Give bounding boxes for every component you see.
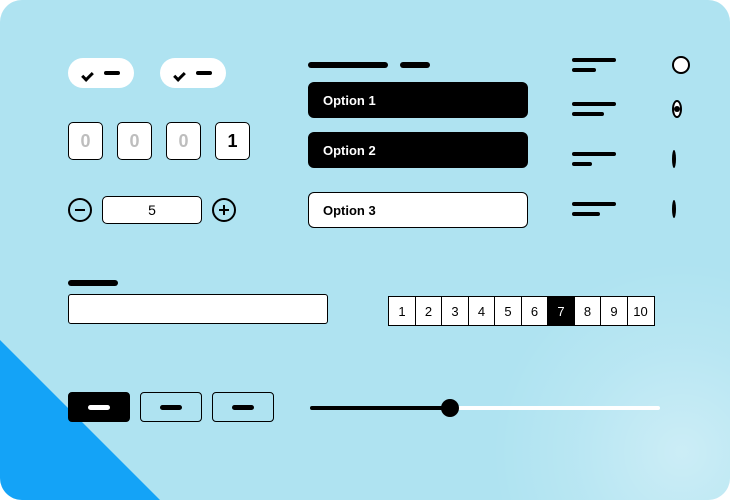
dash-icon: [196, 71, 212, 75]
page-button[interactable]: 1: [388, 296, 416, 326]
otp-digit[interactable]: 0: [68, 122, 103, 160]
text-placeholder: [572, 102, 616, 116]
otp-digit[interactable]: 0: [166, 122, 201, 160]
radio-button[interactable]: [672, 56, 690, 74]
dropdown-header-placeholder: [308, 62, 430, 68]
stepper-decrement[interactable]: [68, 198, 92, 222]
dropdown-option[interactable]: Option 2: [308, 132, 528, 168]
number-stepper: 5: [68, 196, 236, 224]
secondary-button[interactable]: [212, 392, 274, 422]
slider[interactable]: [310, 398, 660, 418]
pagination: 1 2 3 4 5 6 7 8 9 10: [388, 296, 655, 326]
page-button[interactable]: 6: [521, 296, 549, 326]
radio-item[interactable]: [572, 56, 690, 74]
radio-item[interactable]: [572, 150, 664, 168]
otp-digit[interactable]: 0: [117, 122, 152, 160]
page-button[interactable]: 3: [441, 296, 469, 326]
primary-button[interactable]: [68, 392, 130, 422]
input-label-placeholder: [68, 280, 118, 286]
slider-track-empty: [450, 406, 660, 410]
slider-track-filled: [310, 406, 450, 410]
text-input[interactable]: [68, 294, 328, 324]
text-placeholder: [572, 202, 616, 216]
otp-digit[interactable]: 1: [215, 122, 250, 160]
page-button[interactable]: 7: [547, 296, 575, 326]
text-placeholder: [572, 58, 616, 72]
page-button[interactable]: 5: [494, 296, 522, 326]
ui-kit-canvas: 0 0 0 1 5 Option 1 Option 2 Option 3: [0, 0, 730, 500]
radio-button[interactable]: [672, 150, 676, 168]
page-button[interactable]: 8: [574, 296, 602, 326]
radio-item[interactable]: [572, 100, 664, 118]
dropdown-option[interactable]: Option 1: [308, 82, 528, 118]
dash-icon: [104, 71, 120, 75]
page-button[interactable]: 4: [468, 296, 496, 326]
otp-input[interactable]: 0 0 0 1: [68, 122, 250, 160]
chip-toggle[interactable]: [68, 58, 134, 88]
dropdown-option[interactable]: Option 3: [308, 192, 528, 228]
page-button[interactable]: 9: [600, 296, 628, 326]
check-icon: [174, 65, 190, 81]
text-input-group: [68, 280, 328, 324]
chip-toggle[interactable]: [160, 58, 226, 88]
stepper-value[interactable]: 5: [102, 196, 202, 224]
stepper-increment[interactable]: [212, 198, 236, 222]
page-button[interactable]: 2: [415, 296, 443, 326]
page-button[interactable]: 10: [627, 296, 655, 326]
radio-item[interactable]: [572, 200, 664, 218]
slider-thumb[interactable]: [441, 399, 459, 417]
secondary-button[interactable]: [140, 392, 202, 422]
check-icon: [82, 65, 98, 81]
radio-button[interactable]: [672, 200, 676, 218]
radio-button[interactable]: [672, 100, 682, 118]
text-placeholder: [572, 152, 616, 166]
